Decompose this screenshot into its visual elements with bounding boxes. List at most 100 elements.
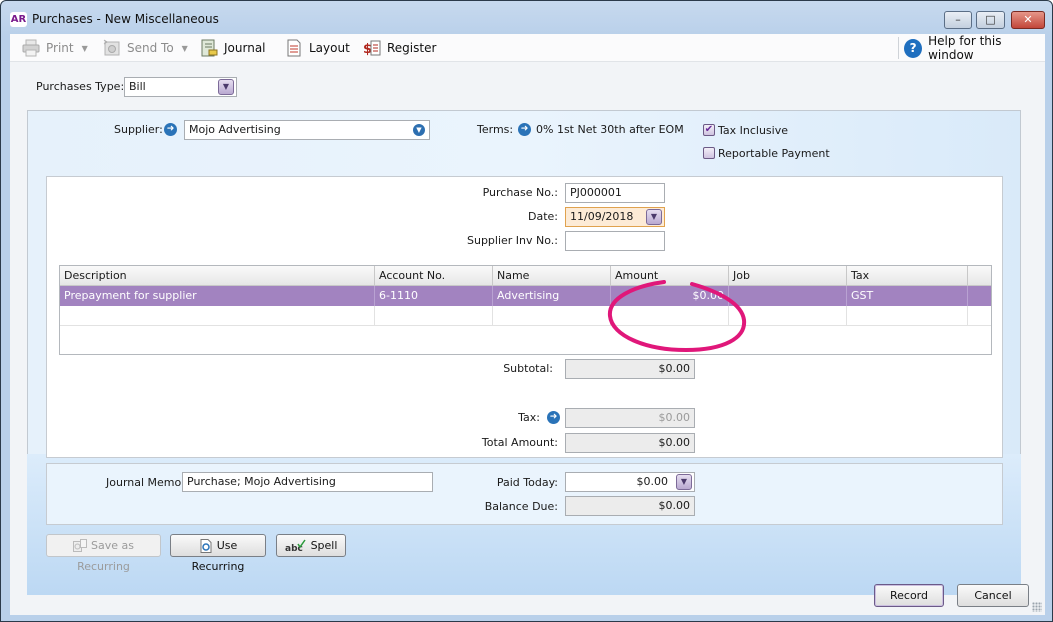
layout-icon: [285, 39, 303, 57]
tax-inclusive-label: Tax Inclusive: [718, 124, 789, 137]
total-amount-label: Total Amount:: [481, 436, 558, 449]
help-icon: ?: [904, 38, 923, 58]
empty-cell[interactable]: [375, 306, 493, 326]
print-button[interactable]: Print ▼: [22, 38, 88, 58]
empty-cell[interactable]: [611, 306, 729, 326]
save-as-recurring-button[interactable]: Save as Recurring: [46, 534, 161, 573]
journal-button[interactable]: Journal: [200, 38, 266, 58]
table-row-empty[interactable]: [60, 306, 991, 326]
tax-field: $0.00: [565, 408, 695, 428]
cancel-button[interactable]: Cancel: [957, 584, 1029, 607]
grid-header: Description Account No. Name Amount Job …: [60, 266, 991, 286]
toolbar: Print ▼ Send To ▼ Journal Layout $ Regis…: [10, 34, 1045, 62]
column-header-amount[interactable]: Amount: [611, 266, 729, 286]
spell-button[interactable]: abc Spell: [276, 534, 346, 557]
layout-label: Layout: [309, 41, 350, 55]
cell-tax[interactable]: GST: [847, 286, 968, 306]
close-icon: ✕: [1023, 13, 1033, 26]
tax-label: Tax:: [518, 411, 540, 424]
supplier-inv-no-label: Supplier Inv No.:: [466, 234, 558, 247]
send-to-button[interactable]: Send To ▼: [103, 38, 188, 58]
send-to-label: Send To: [127, 41, 174, 55]
purchases-type-value: Bill: [129, 80, 146, 93]
chevron-down-icon: ▼: [181, 43, 188, 53]
purchase-no-field[interactable]: PJ000001: [565, 183, 665, 203]
date-field[interactable]: 11/09/2018 ▼: [565, 207, 665, 227]
calendar-dropdown-icon[interactable]: ▼: [646, 209, 662, 225]
tax-inclusive-checkbox[interactable]: ✔: [703, 124, 715, 136]
reportable-payment-label: Reportable Payment: [718, 147, 830, 160]
cell-description[interactable]: Prepayment for supplier: [60, 286, 375, 306]
use-recurring-button[interactable]: Use Recurring: [170, 534, 266, 573]
empty-cell[interactable]: [729, 306, 847, 326]
date-value: 11/09/2018: [570, 210, 634, 223]
layout-button[interactable]: Layout: [285, 38, 350, 58]
record-button[interactable]: Record: [874, 584, 944, 607]
help-label: Help for this window: [928, 34, 1002, 62]
register-button[interactable]: $ Register: [363, 38, 436, 58]
purchases-type-label: Purchases Type:: [36, 80, 125, 93]
column-header-description[interactable]: Description: [60, 266, 375, 286]
paid-today-field[interactable]: $0.00 ▼: [565, 472, 695, 492]
column-header-name[interactable]: Name: [493, 266, 611, 286]
supplier-dropdown-icon[interactable]: ▼: [413, 124, 425, 136]
terms-value: 0% 1st Net 30th after EOM: [536, 123, 684, 136]
supplier-link-arrow-icon[interactable]: ➜: [164, 123, 177, 136]
cell-job[interactable]: [729, 286, 847, 306]
total-amount-field: $0.00: [565, 433, 695, 453]
payment-method-dropdown-icon[interactable]: ▼: [676, 474, 692, 490]
spell-check-icon: abc: [285, 539, 307, 554]
column-header-job[interactable]: Job: [729, 266, 847, 286]
resize-grip[interactable]: [1032, 602, 1042, 612]
empty-cell[interactable]: [60, 306, 375, 326]
tax-link-arrow-icon[interactable]: ➜: [547, 411, 560, 424]
column-header-extra: [968, 266, 991, 286]
balance-due-label: Balance Due:: [484, 500, 558, 513]
purchases-type-select[interactable]: Bill ▼: [124, 77, 237, 97]
subtotal-label: Subtotal:: [503, 362, 553, 375]
column-header-account-no[interactable]: Account No.: [375, 266, 493, 286]
save-recurring-icon: [73, 539, 88, 553]
cell-account-no[interactable]: 6-1110: [375, 286, 493, 306]
printer-icon: [22, 39, 40, 57]
print-label: Print: [46, 41, 74, 55]
paid-today-label: Paid Today:: [496, 476, 558, 489]
close-button[interactable]: ✕: [1011, 11, 1045, 29]
maximize-button[interactable]: □: [976, 11, 1005, 29]
register-icon: $: [363, 39, 381, 57]
toolbar-separator: [898, 37, 899, 59]
supplier-inv-no-field[interactable]: [565, 231, 665, 251]
spell-label: Spell: [310, 539, 338, 552]
cell-amount[interactable]: $0.00: [611, 286, 729, 306]
window-title: Purchases - New Miscellaneous: [32, 12, 219, 26]
empty-cell[interactable]: [847, 306, 968, 326]
help-button[interactable]: ? Help for this window: [904, 34, 1045, 62]
terms-link-arrow-icon[interactable]: ➜: [518, 123, 531, 136]
column-header-tax[interactable]: Tax: [847, 266, 968, 286]
register-label: Register: [387, 41, 437, 55]
reportable-payment-checkbox[interactable]: [703, 147, 715, 159]
date-label: Date:: [528, 210, 558, 223]
empty-cell[interactable]: [493, 306, 611, 326]
title-bar[interactable]: AR Purchases - New Miscellaneous – □ ✕: [1, 1, 1052, 35]
paid-today-value: $0.00: [636, 475, 669, 488]
journal-icon: [200, 39, 218, 57]
minimize-button[interactable]: –: [944, 11, 972, 29]
balance-due-field: $0.00: [565, 496, 695, 516]
chevron-down-icon[interactable]: ▼: [218, 79, 234, 95]
supplier-value: Mojo Advertising: [189, 123, 281, 136]
cell-name[interactable]: Advertising: [493, 286, 611, 306]
terms-label: Terms:: [477, 123, 514, 136]
journal-label: Journal: [224, 41, 266, 55]
supplier-label: Supplier:: [114, 123, 163, 136]
chevron-down-icon: ▼: [81, 43, 88, 53]
maximize-icon: □: [985, 13, 996, 26]
window-client: Print ▼ Send To ▼ Journal Layout $ Regis…: [10, 34, 1045, 615]
journal-memo-field[interactable]: Purchase; Mojo Advertising: [182, 472, 433, 492]
supplier-field[interactable]: Mojo Advertising ▼: [184, 120, 430, 140]
use-recurring-icon: [199, 539, 213, 553]
table-row[interactable]: Prepayment for supplier 6-1110 Advertisi…: [60, 286, 991, 306]
line-items-grid[interactable]: Description Account No. Name Amount Job …: [59, 265, 992, 355]
send-to-icon: [103, 39, 121, 57]
svg-text:abc: abc: [285, 544, 303, 553]
